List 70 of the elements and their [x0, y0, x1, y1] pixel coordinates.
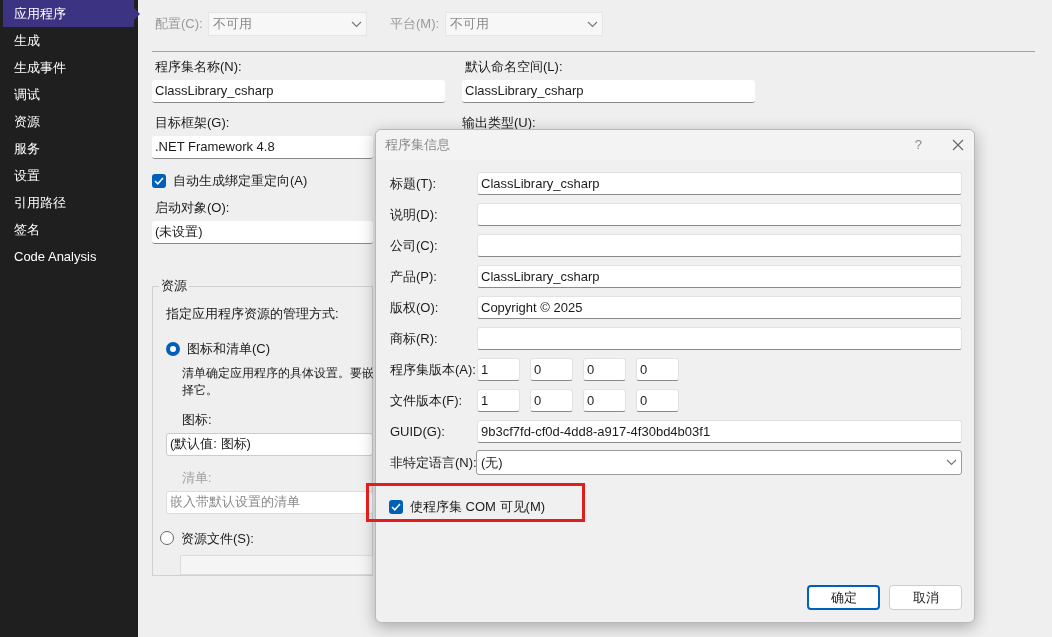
input-field[interactable]: ClassLibrary_csharp: [462, 80, 755, 103]
field-label: 默认命名空间(L):: [465, 59, 564, 75]
sidebar-item[interactable]: 引用路径: [3, 189, 134, 216]
field-label: 程序集版本(A):: [390, 360, 477, 379]
checkbox-label: 自动生成绑定重定向(A): [173, 172, 308, 190]
checkbox[interactable]: [389, 500, 403, 514]
input-field[interactable]: 0: [636, 358, 679, 381]
field-label: 文件版本(F):: [390, 391, 464, 410]
sidebar-item[interactable]: 生成事件: [3, 54, 134, 81]
field-label: 标题(T):: [390, 174, 438, 193]
input-field[interactable]: [477, 327, 962, 350]
close-icon[interactable]: [952, 139, 964, 151]
input-field[interactable]: (未设置): [152, 220, 373, 244]
chevron-down-icon: [351, 20, 362, 28]
input-field[interactable]: [477, 203, 962, 226]
field-label: 平台(M):: [390, 15, 441, 34]
checkbox-label: 使程序集 COM 可见(M): [410, 498, 546, 517]
cancel-button[interactable]: 取消: [889, 585, 962, 610]
input-field[interactable]: 0: [583, 389, 626, 412]
dialog-title: 程序集信息: [385, 136, 451, 155]
instruction-text: 指定应用程序资源的管理方式:: [166, 304, 340, 323]
field-label: 配置(C):: [155, 15, 204, 34]
input-field[interactable]: ClassLibrary_csharp: [477, 265, 962, 288]
group-title: 资源: [159, 277, 189, 294]
input-field[interactable]: ClassLibrary_csharp: [477, 172, 962, 195]
field-label: 图标:: [182, 411, 212, 428]
input-field[interactable]: (默认值: 图标): [166, 432, 373, 456]
sidebar-item[interactable]: 应用程序: [3, 0, 134, 27]
field-label: 启动对象(O):: [155, 199, 230, 216]
sidebar-item[interactable]: 签名: [3, 216, 134, 243]
checkbox[interactable]: [152, 173, 166, 188]
input-field[interactable]: Copyright © 2025: [477, 296, 962, 319]
dropdown[interactable]: (无): [476, 450, 962, 475]
sidebar-item[interactable]: 资源: [3, 108, 134, 135]
chevron-down-icon: [946, 459, 957, 466]
input-field[interactable]: 1: [477, 389, 520, 412]
description-text: 择它。: [182, 382, 218, 398]
sidebar-item[interactable]: Code Analysis: [3, 243, 134, 270]
field-label: 程序集名称(N):: [155, 59, 243, 75]
sidebar-item[interactable]: 服务: [3, 135, 134, 162]
field-label: 说明(D):: [390, 205, 439, 224]
radio-label: 图标和清单(C): [187, 340, 271, 358]
sidebar-item[interactable]: 生成: [3, 27, 134, 54]
field-label: 非特定语言(N):: [390, 453, 477, 472]
chevron-down-icon: [587, 20, 598, 28]
ok-button[interactable]: 确定: [807, 585, 880, 610]
input-field[interactable]: 0: [583, 358, 626, 381]
radio-button[interactable]: [166, 341, 180, 356]
field-label: 商标(R):: [390, 329, 439, 348]
field-label: 输出类型(U):: [462, 115, 536, 131]
field-label: 产品(P):: [390, 267, 438, 286]
input-field[interactable]: ClassLibrary_csharp: [152, 80, 445, 103]
input-field[interactable]: 0: [636, 389, 679, 412]
input-field[interactable]: 1: [477, 358, 520, 381]
field-label: 公司(C):: [390, 236, 439, 255]
sidebar-item[interactable]: 调试: [3, 81, 134, 108]
field-label: 版权(O):: [390, 298, 440, 317]
radio-button[interactable]: [160, 531, 174, 546]
input-field[interactable]: 9b3cf7fd-cf0d-4dd8-a917-4f30bd4b03f1: [477, 420, 962, 443]
selection-arrow-icon: [134, 8, 140, 20]
description-text: 清单确定应用程序的具体设置。要嵌: [182, 365, 374, 381]
radio-label: 资源文件(S):: [181, 529, 254, 548]
input-field[interactable]: 0: [530, 389, 573, 412]
field-label: 目标框架(G):: [155, 115, 231, 131]
sidebar-item[interactable]: 设置: [3, 162, 134, 189]
input-field[interactable]: 0: [530, 358, 573, 381]
field-label: GUID(G):: [390, 422, 446, 441]
input-field[interactable]: .NET Framework 4.8: [152, 136, 373, 159]
input-field[interactable]: [477, 234, 962, 257]
field-label: 清单:: [182, 469, 212, 486]
